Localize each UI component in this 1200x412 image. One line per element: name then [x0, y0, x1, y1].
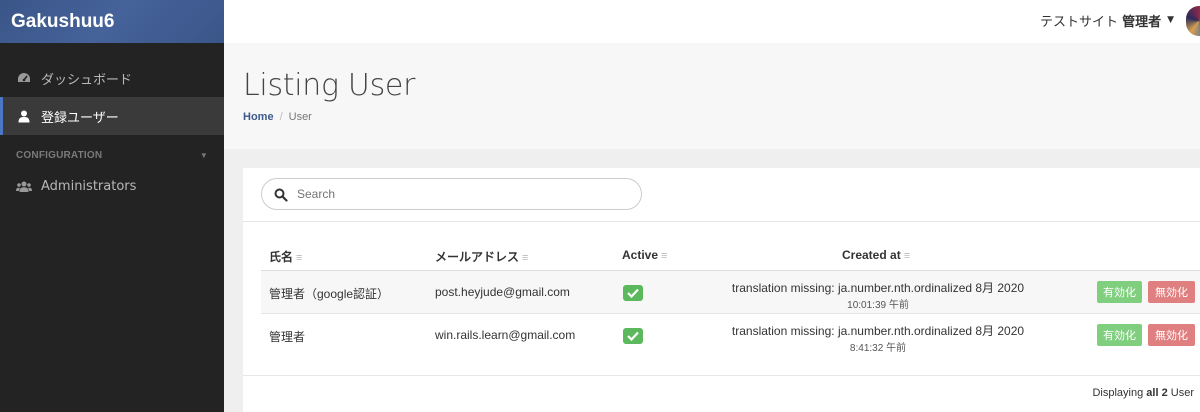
- column-header-name[interactable]: 氏名 ≡: [269, 248, 302, 265]
- site-name: テストサイト: [1040, 14, 1119, 30]
- section-header-label: CONFIGURATION: [16, 149, 103, 161]
- chevron-down-icon: ▼: [199, 150, 208, 160]
- user-icon: [15, 110, 33, 123]
- topbar: テストサイト 管理者 ▼: [224, 0, 1200, 43]
- sidebar-section-configuration[interactable]: CONFIGURATION ▼: [0, 141, 224, 169]
- avatar[interactable]: [1186, 6, 1200, 36]
- page-title: Listing User: [243, 68, 416, 103]
- table-bottom-divider: [243, 375, 1200, 376]
- breadcrumb-current: User: [288, 111, 312, 123]
- column-header-created-at[interactable]: Created at ≡: [842, 248, 910, 262]
- created-at-cell: translation missing: ja.number.nth.ordin…: [708, 322, 1048, 354]
- column-header-label: Created at: [842, 248, 901, 262]
- pagination-count: all 2: [1146, 387, 1168, 399]
- column-header-active[interactable]: Active ≡: [622, 248, 667, 262]
- breadcrumb: Home / User: [243, 111, 312, 123]
- caret-down-icon: ▼: [1167, 15, 1174, 25]
- user-name: 管理者: [1122, 14, 1162, 30]
- user-name-cell: 管理者（google認証）: [269, 287, 390, 301]
- column-header-label: メールアドレス: [435, 250, 520, 264]
- sort-icon: ≡: [661, 250, 668, 262]
- created-date: translation missing: ja.number.nth.ordin…: [731, 324, 1025, 338]
- enable-button[interactable]: 有効化: [1097, 324, 1142, 346]
- sort-icon: ≡: [296, 252, 303, 264]
- created-time: 10:01:39 午前: [847, 300, 909, 311]
- sidebar-item-users[interactable]: 登録ユーザー: [0, 97, 224, 135]
- users-icon: [15, 181, 33, 192]
- user-list-panel: 氏名≡ メールアドレス≡ Active≡ Created at≡ 管理者（goo…: [243, 168, 1200, 412]
- column-header-label: 氏名: [269, 250, 294, 264]
- table-row: 管理者 win.rails.learn@gmail.com translatio…: [261, 315, 1200, 358]
- table-row: 管理者（google認証） post.heyjude@gmail.com tra…: [261, 271, 1200, 314]
- sidebar-item-label: ダッシュボード: [41, 72, 133, 88]
- breadcrumb-home-link[interactable]: Home: [243, 111, 274, 123]
- content-header: Listing User Home / User: [224, 43, 1200, 149]
- dashboard-icon: [15, 72, 33, 84]
- search-input[interactable]: [297, 187, 617, 201]
- check-icon: [623, 328, 643, 344]
- sort-icon: ≡: [903, 250, 911, 262]
- pagination-info: Displaying all 2 User: [1092, 387, 1194, 399]
- column-header-label: Active: [622, 248, 659, 262]
- column-header-email[interactable]: メールアドレス ≡: [435, 248, 528, 265]
- sort-icon: ≡: [522, 252, 529, 264]
- disable-button[interactable]: 無効化: [1148, 281, 1195, 303]
- created-date: translation missing: ja.number.nth.ordin…: [731, 281, 1025, 295]
- created-time: 8:41:32 午前: [849, 343, 907, 354]
- sidebar-item-label: Administrators: [41, 178, 137, 194]
- pagination-suffix: User: [1170, 387, 1194, 399]
- brand-logo-text[interactable]: Gakushuu6: [11, 11, 114, 33]
- enable-button[interactable]: 有効化: [1097, 281, 1142, 303]
- created-at-cell: translation missing: ja.number.nth.ordin…: [708, 279, 1048, 311]
- user-name-cell: 管理者: [269, 330, 306, 344]
- user-email-cell: win.rails.learn@gmail.com: [435, 328, 576, 342]
- brand-header[interactable]: Gakushuu6: [0, 0, 224, 43]
- search-box[interactable]: [261, 178, 642, 210]
- sidebar-item-dashboard[interactable]: ダッシュボード: [0, 59, 224, 97]
- user-email-cell: post.heyjude@gmail.com: [435, 285, 570, 299]
- sidebar-item-label: 登録ユーザー: [41, 110, 119, 126]
- breadcrumb-separator: /: [279, 111, 283, 123]
- disable-button[interactable]: 無効化: [1148, 324, 1195, 346]
- search-icon: [274, 187, 288, 202]
- divider: [243, 221, 1200, 222]
- user-menu[interactable]: テストサイト 管理者 ▼: [1040, 0, 1174, 40]
- check-icon: [623, 285, 643, 301]
- sidebar-item-administrators[interactable]: Administrators: [0, 169, 224, 203]
- sidebar: Gakushuu6 ダッシュボード 登録ユーザー CONFIGURATION ▼…: [0, 0, 224, 412]
- pagination-prefix: Displaying: [1092, 387, 1144, 399]
